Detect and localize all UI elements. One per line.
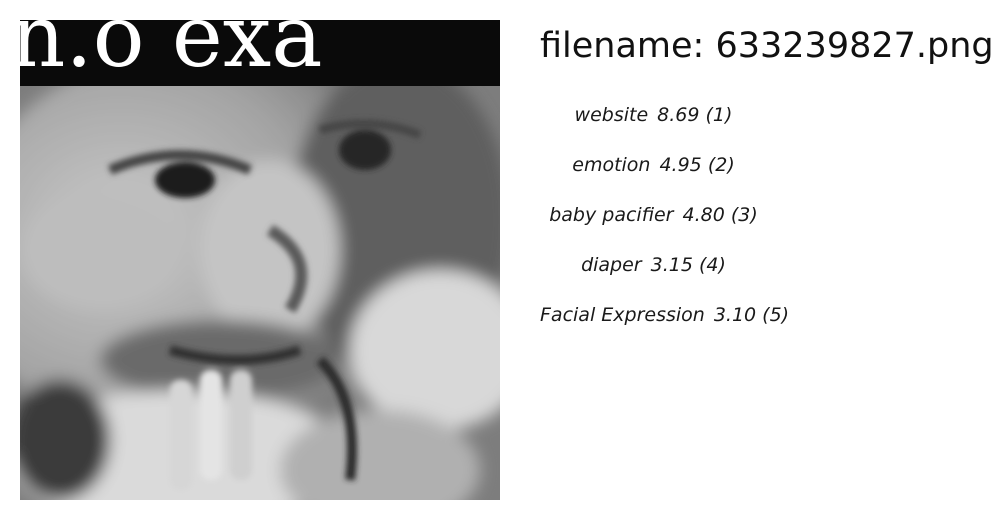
label-score: 3.15	[650, 254, 693, 276]
label-row: baby pacifier 4.80 (3)	[540, 196, 767, 246]
photo-overlay-text: n.o exa	[20, 20, 323, 87]
label-row: emotion 4.95 (2)	[540, 146, 767, 196]
label-score: 4.95	[659, 154, 702, 176]
label-list: website 8.69 (1) emotion 4.95 (2) baby pac…	[540, 96, 789, 346]
label-rank: (5)	[762, 304, 790, 326]
child-face-photo: n.o exa	[20, 20, 500, 500]
label-name: website	[574, 104, 649, 126]
label-rank: (1)	[705, 104, 733, 126]
photo: n.o exa	[20, 20, 500, 500]
label-row: Facial Expression 3.10 (5)	[540, 296, 789, 346]
label-score: 3.10	[713, 304, 757, 326]
label-row: diaper 3.15 (4)	[540, 246, 767, 296]
label-rank: (4)	[698, 254, 726, 276]
label-rank: (2)	[707, 154, 735, 176]
label-score: 8.69	[657, 104, 700, 126]
label-name: diaper	[581, 254, 642, 276]
label-name: baby pacifier	[549, 204, 674, 226]
label-rank: (3)	[730, 204, 758, 226]
filename-title: filename: 633239827.png	[540, 26, 994, 66]
label-row: website 8.69 (1)	[540, 96, 767, 146]
label-name: Facial Expression	[540, 304, 705, 326]
label-name: emotion	[572, 154, 651, 176]
label-score: 4.80	[682, 204, 725, 226]
